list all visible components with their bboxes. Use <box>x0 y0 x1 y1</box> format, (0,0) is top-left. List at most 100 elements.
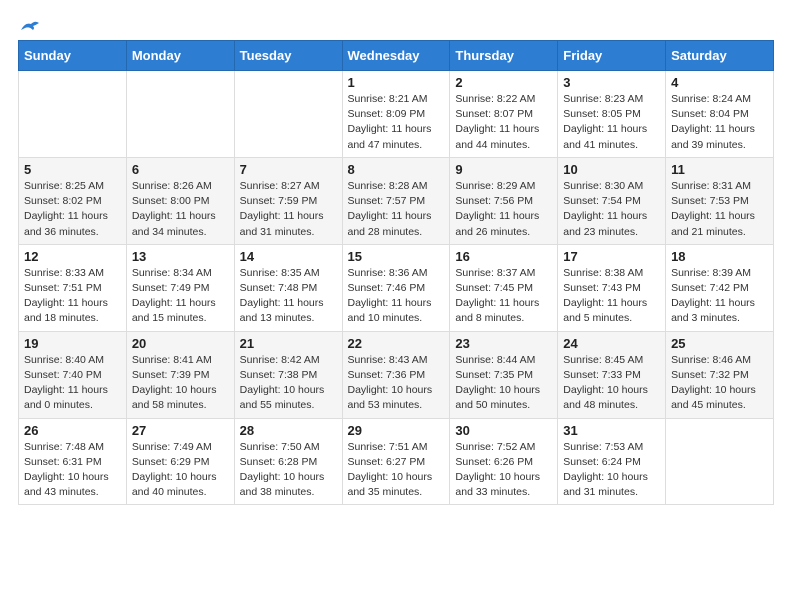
day-info: Sunrise: 8:22 AMSunset: 8:07 PMDaylight:… <box>455 92 552 153</box>
calendar-cell: 20 Sunrise: 8:41 AMSunset: 7:39 PMDayligh… <box>126 331 234 418</box>
day-info: Sunrise: 8:25 AMSunset: 8:02 PMDaylight:… <box>24 179 121 240</box>
calendar-header-row: Sunday Monday Tuesday Wednesday Thursday… <box>19 41 774 71</box>
day-number: 24 <box>563 336 660 351</box>
calendar-cell: 17Sunrise: 8:38 AMSunset: 7:43 PMDayligh… <box>558 244 666 331</box>
day-info: Sunrise: 8:24 AMSunset: 8:04 PMDaylight:… <box>671 92 768 153</box>
calendar-cell: 4 Sunrise: 8:24 AMSunset: 8:04 PMDaylight… <box>666 71 774 158</box>
day-number: 12 <box>24 249 121 264</box>
day-number: 27 <box>132 423 229 438</box>
day-number: 1 <box>348 75 445 90</box>
calendar-week-row: 26 Sunrise: 7:48 AMSunset: 6:31 PMDayligh… <box>19 418 774 505</box>
calendar-cell: 11 Sunrise: 8:31 AMSunset: 7:53 PMDayligh… <box>666 157 774 244</box>
day-number: 20 <box>132 336 229 351</box>
day-info: Sunrise: 8:39 AMSunset: 7:42 PMDaylight:… <box>671 266 768 327</box>
calendar-cell: 27 Sunrise: 7:49 AMSunset: 6:29 PMDayligh… <box>126 418 234 505</box>
day-number: 18 <box>671 249 768 264</box>
day-info: Sunrise: 8:44 AMSunset: 7:35 PMDaylight:… <box>455 353 552 414</box>
calendar-cell: 12 Sunrise: 8:33 AMSunset: 7:51 PMDayligh… <box>19 244 127 331</box>
day-info: Sunrise: 8:40 AMSunset: 7:40 PMDaylight:… <box>24 353 121 414</box>
col-tuesday: Tuesday <box>234 41 342 71</box>
calendar-cell: 14 Sunrise: 8:35 AMSunset: 7:48 PMDayligh… <box>234 244 342 331</box>
day-number: 19 <box>24 336 121 351</box>
day-info: Sunrise: 8:34 AMSunset: 7:49 PMDaylight:… <box>132 266 229 327</box>
day-info: Sunrise: 8:31 AMSunset: 7:53 PMDaylight:… <box>671 179 768 240</box>
day-info: Sunrise: 8:23 AMSunset: 8:05 PMDaylight:… <box>563 92 660 153</box>
day-info: Sunrise: 8:26 AMSunset: 8:00 PMDaylight:… <box>132 179 229 240</box>
calendar-week-row: 5 Sunrise: 8:25 AMSunset: 8:02 PMDaylight… <box>19 157 774 244</box>
calendar-cell: 30 Sunrise: 7:52 AMSunset: 6:26 PMDayligh… <box>450 418 558 505</box>
day-number: 26 <box>24 423 121 438</box>
day-info: Sunrise: 7:52 AMSunset: 6:26 PMDaylight:… <box>455 440 552 501</box>
day-number: 13 <box>132 249 229 264</box>
day-info: Sunrise: 8:30 AMSunset: 7:54 PMDaylight:… <box>563 179 660 240</box>
col-thursday: Thursday <box>450 41 558 71</box>
col-sunday: Sunday <box>19 41 127 71</box>
day-number: 8 <box>348 162 445 177</box>
day-number: 29 <box>348 423 445 438</box>
calendar-cell: 2 Sunrise: 8:22 AMSunset: 8:07 PMDaylight… <box>450 71 558 158</box>
day-number: 4 <box>671 75 768 90</box>
day-number: 6 <box>132 162 229 177</box>
logo-bird-icon <box>19 18 41 36</box>
day-info: Sunrise: 8:46 AMSunset: 7:32 PMDaylight:… <box>671 353 768 414</box>
day-info: Sunrise: 8:42 AMSunset: 7:38 PMDaylight:… <box>240 353 337 414</box>
day-number: 15 <box>348 249 445 264</box>
logo <box>18 18 41 32</box>
day-info: Sunrise: 8:36 AMSunset: 7:46 PMDaylight:… <box>348 266 445 327</box>
day-info: Sunrise: 8:33 AMSunset: 7:51 PMDaylight:… <box>24 266 121 327</box>
calendar-cell <box>234 71 342 158</box>
day-info: Sunrise: 8:45 AMSunset: 7:33 PMDaylight:… <box>563 353 660 414</box>
day-info: Sunrise: 7:53 AMSunset: 6:24 PMDaylight:… <box>563 440 660 501</box>
day-info: Sunrise: 8:28 AMSunset: 7:57 PMDaylight:… <box>348 179 445 240</box>
calendar-cell: 15 Sunrise: 8:36 AMSunset: 7:46 PMDayligh… <box>342 244 450 331</box>
day-number: 30 <box>455 423 552 438</box>
day-info: Sunrise: 8:41 AMSunset: 7:39 PMDaylight:… <box>132 353 229 414</box>
calendar-cell: 29 Sunrise: 7:51 AMSunset: 6:27 PMDayligh… <box>342 418 450 505</box>
day-info: Sunrise: 7:49 AMSunset: 6:29 PMDaylight:… <box>132 440 229 501</box>
calendar-cell <box>666 418 774 505</box>
day-info: Sunrise: 8:27 AMSunset: 7:59 PMDaylight:… <box>240 179 337 240</box>
day-number: 2 <box>455 75 552 90</box>
calendar-cell <box>19 71 127 158</box>
day-info: Sunrise: 8:21 AMSunset: 8:09 PMDaylight:… <box>348 92 445 153</box>
calendar-cell: 13 Sunrise: 8:34 AMSunset: 7:49 PMDayligh… <box>126 244 234 331</box>
day-number: 22 <box>348 336 445 351</box>
calendar-cell: 9 Sunrise: 8:29 AMSunset: 7:56 PMDaylight… <box>450 157 558 244</box>
day-number: 10 <box>563 162 660 177</box>
calendar-cell: 25 Sunrise: 8:46 AMSunset: 7:32 PMDayligh… <box>666 331 774 418</box>
day-number: 11 <box>671 162 768 177</box>
day-number: 5 <box>24 162 121 177</box>
calendar-cell: 6 Sunrise: 8:26 AMSunset: 8:00 PMDaylight… <box>126 157 234 244</box>
day-number: 16 <box>455 249 552 264</box>
col-saturday: Saturday <box>666 41 774 71</box>
calendar-cell: 31Sunrise: 7:53 AMSunset: 6:24 PMDayligh… <box>558 418 666 505</box>
calendar-week-row: 1 Sunrise: 8:21 AMSunset: 8:09 PMDaylight… <box>19 71 774 158</box>
calendar-cell: 28 Sunrise: 7:50 AMSunset: 6:28 PMDayligh… <box>234 418 342 505</box>
col-monday: Monday <box>126 41 234 71</box>
day-number: 21 <box>240 336 337 351</box>
day-number: 14 <box>240 249 337 264</box>
calendar-cell: 5 Sunrise: 8:25 AMSunset: 8:02 PMDaylight… <box>19 157 127 244</box>
calendar-cell: 19 Sunrise: 8:40 AMSunset: 7:40 PMDayligh… <box>19 331 127 418</box>
calendar-cell: 18 Sunrise: 8:39 AMSunset: 7:42 PMDayligh… <box>666 244 774 331</box>
day-number: 3 <box>563 75 660 90</box>
day-number: 9 <box>455 162 552 177</box>
day-info: Sunrise: 7:51 AMSunset: 6:27 PMDaylight:… <box>348 440 445 501</box>
day-info: Sunrise: 8:43 AMSunset: 7:36 PMDaylight:… <box>348 353 445 414</box>
calendar-table: Sunday Monday Tuesday Wednesday Thursday… <box>18 40 774 505</box>
calendar-cell: 21 Sunrise: 8:42 AMSunset: 7:38 PMDayligh… <box>234 331 342 418</box>
calendar-cell: 1 Sunrise: 8:21 AMSunset: 8:09 PMDaylight… <box>342 71 450 158</box>
calendar-cell: 10 Sunrise: 8:30 AMSunset: 7:54 PMDayligh… <box>558 157 666 244</box>
day-number: 17 <box>563 249 660 264</box>
day-info: Sunrise: 7:50 AMSunset: 6:28 PMDaylight:… <box>240 440 337 501</box>
day-info: Sunrise: 8:29 AMSunset: 7:56 PMDaylight:… <box>455 179 552 240</box>
day-number: 28 <box>240 423 337 438</box>
day-info: Sunrise: 8:35 AMSunset: 7:48 PMDaylight:… <box>240 266 337 327</box>
calendar-cell <box>126 71 234 158</box>
col-friday: Friday <box>558 41 666 71</box>
col-wednesday: Wednesday <box>342 41 450 71</box>
day-number: 25 <box>671 336 768 351</box>
calendar-cell: 7Sunrise: 8:27 AMSunset: 7:59 PMDaylight… <box>234 157 342 244</box>
day-info: Sunrise: 7:48 AMSunset: 6:31 PMDaylight:… <box>24 440 121 501</box>
calendar-week-row: 12 Sunrise: 8:33 AMSunset: 7:51 PMDayligh… <box>19 244 774 331</box>
